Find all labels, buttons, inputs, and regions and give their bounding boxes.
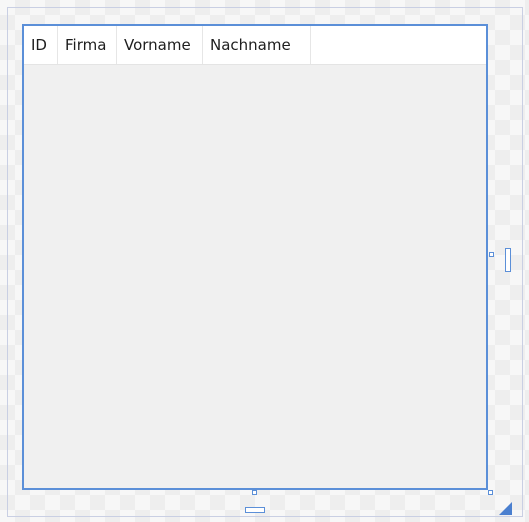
- resize-handle-right[interactable]: [489, 252, 494, 257]
- column-header-firma[interactable]: Firma: [58, 26, 117, 64]
- column-header-label: Vorname: [124, 36, 191, 54]
- form-resize-handle-right[interactable]: [505, 248, 511, 272]
- column-header-label: Nachname: [210, 36, 291, 54]
- resize-handle-bottom[interactable]: [252, 490, 257, 495]
- column-header-id[interactable]: ID: [24, 26, 58, 64]
- column-header-vorname[interactable]: Vorname: [117, 26, 203, 64]
- column-header-label: ID: [31, 36, 47, 54]
- listview-control[interactable]: ID Firma Vorname Nachname: [22, 24, 488, 490]
- column-header-label: Firma: [65, 36, 107, 54]
- resize-grip-icon[interactable]: [499, 502, 512, 515]
- listview-header: ID Firma Vorname Nachname: [24, 26, 486, 65]
- column-header-nachname[interactable]: Nachname: [203, 26, 311, 64]
- form-resize-handle-bottom[interactable]: [245, 507, 265, 513]
- resize-handle-bottom-right[interactable]: [488, 490, 493, 495]
- listview-body[interactable]: [24, 65, 486, 488]
